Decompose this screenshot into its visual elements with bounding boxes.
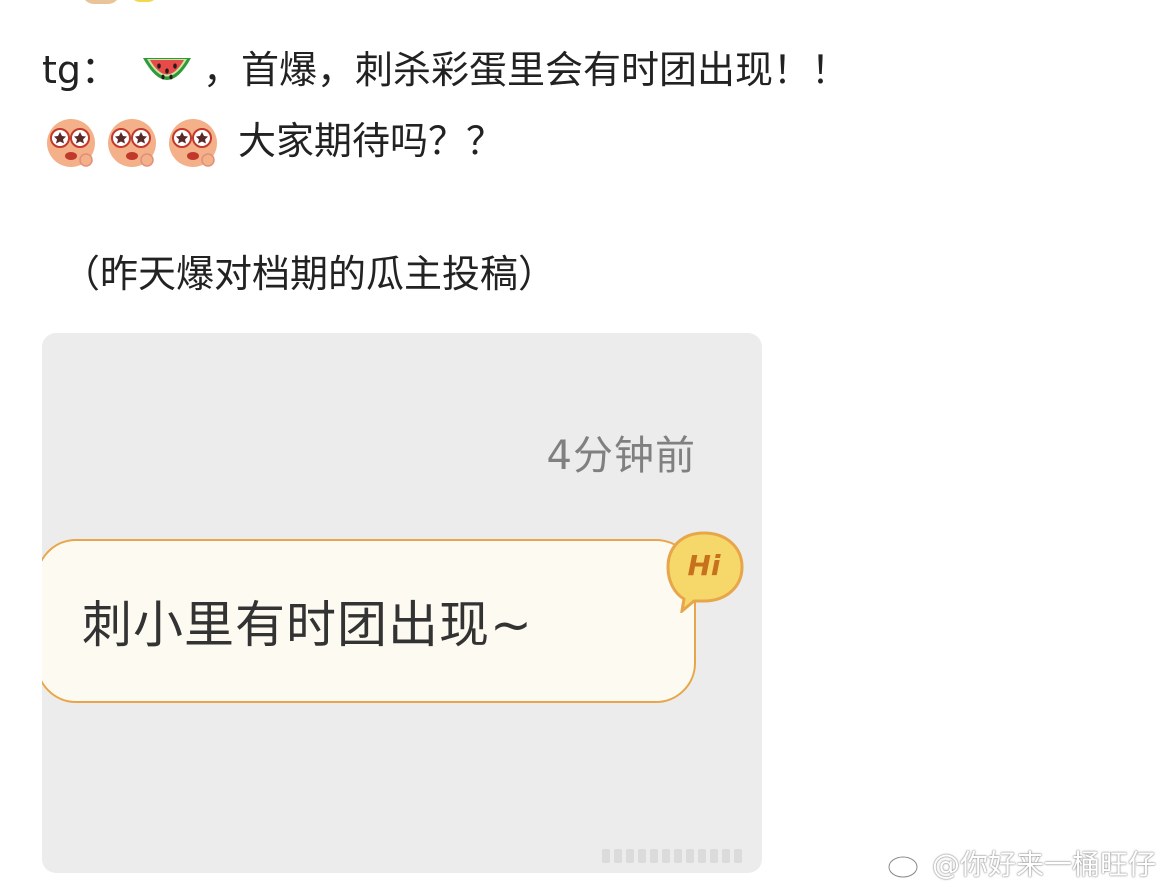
starry-eyed-icon <box>103 112 161 170</box>
weibo-watermark: @你好来一桶旺仔 <box>886 843 1156 883</box>
weibo-icon <box>886 847 926 879</box>
post-line-1: tg： ，首爆，刺杀彩蛋里会有时团出现！！ <box>42 44 849 96</box>
hi-badge-icon: Hi <box>664 529 748 613</box>
hi-badge-text: Hi <box>687 548 721 582</box>
message-bubble: 刺小里有时团出现~ <box>42 539 696 703</box>
cropped-bottom-strip <box>602 849 742 863</box>
message-timestamp: 4分钟前 <box>546 433 696 479</box>
post-line-3: （昨天爆对档期的瓜主投稿） <box>62 250 556 298</box>
embedded-screenshot[interactable]: 4分钟前 刺小里有时团出现~ Hi <box>42 333 762 873</box>
starry-eyed-icon <box>164 112 222 170</box>
post-text-line-1: ，首爆，刺杀彩蛋里会有时团出现！！ <box>203 48 850 92</box>
starry-eyed-icon <box>42 112 100 170</box>
cropped-emoji-row <box>82 0 172 6</box>
watermark-text: @你好来一桶旺仔 <box>931 848 1156 881</box>
post-text-line-2: 大家期待吗？？ <box>238 119 505 163</box>
cropped-emoji <box>82 0 120 4</box>
post-text-line-3: （昨天爆对档期的瓜主投稿） <box>62 252 557 296</box>
cropped-emoji <box>130 0 158 2</box>
post-line-2: 大家期待吗？？ <box>42 112 504 170</box>
message-text: 刺小里有时团出现~ <box>82 596 533 654</box>
post-prefix: tg： <box>42 48 120 92</box>
watermelon-icon <box>139 44 195 96</box>
weibo-post-page: tg： ，首爆，刺杀彩蛋里会有时团出现！！ 大家期待吗？？ （昨天爆对档期的瓜主… <box>0 0 1170 895</box>
